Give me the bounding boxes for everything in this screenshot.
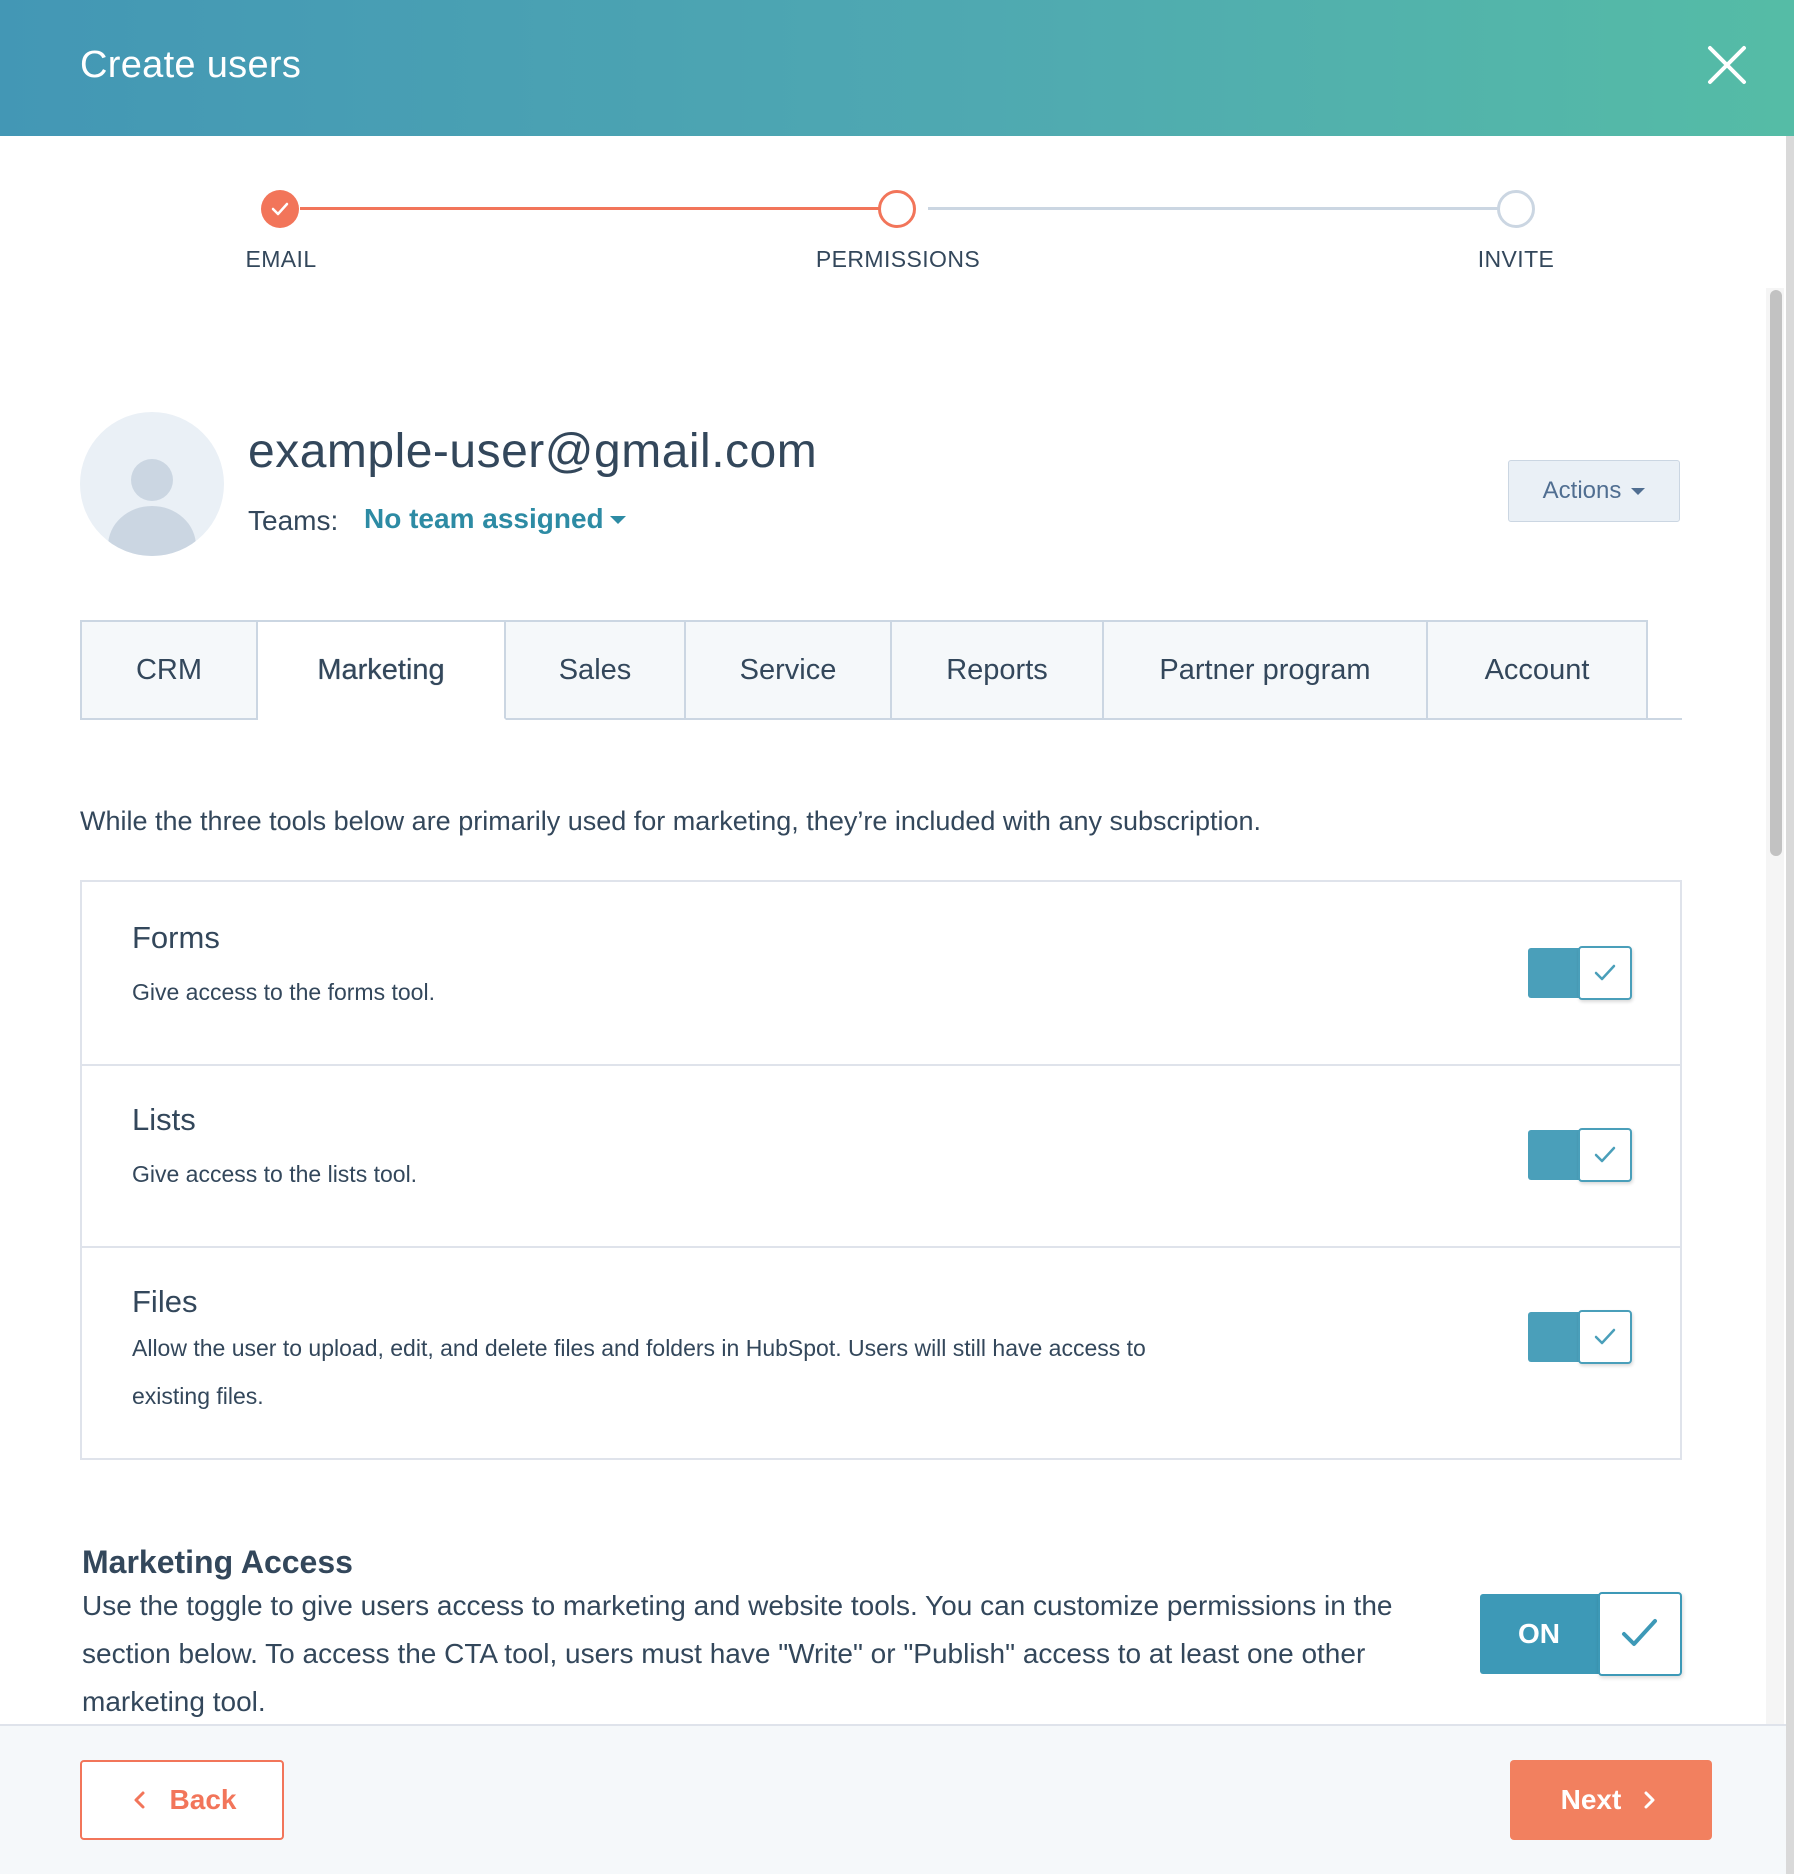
step-email-label: EMAIL	[245, 246, 317, 272]
tool-row-lists: Lists Give access to the lists tool.	[82, 1064, 1680, 1246]
toggle-knob	[1578, 1310, 1632, 1364]
tool-description: Allow the user to upload, edit, and dele…	[132, 1335, 1146, 1409]
toggle-on-label: ON	[1480, 1594, 1610, 1674]
caret-down-icon[interactable]	[610, 516, 626, 524]
marketing-access-toggle[interactable]: ON	[1480, 1592, 1682, 1676]
permission-tabs: CRM Marketing Sales Service Reports Part…	[80, 620, 1682, 720]
step-permissions-label: PERMISSIONS	[815, 246, 981, 272]
check-icon	[271, 202, 289, 216]
actions-label: Actions	[1542, 477, 1622, 504]
tool-title: Forms	[132, 920, 220, 955]
stepper-line-upcoming	[928, 207, 1516, 210]
close-button[interactable]	[1704, 42, 1750, 88]
tab-reports[interactable]: Reports	[892, 620, 1104, 720]
toggle-knob	[1578, 1128, 1632, 1182]
progress-stepper: EMAIL PERMISSIONS INVITE	[0, 136, 1794, 296]
step-invite-dot	[1497, 190, 1535, 228]
check-icon	[1594, 1146, 1616, 1163]
tab-sales[interactable]: Sales	[506, 620, 686, 720]
scrollbar-thumb[interactable]	[1770, 290, 1782, 856]
tool-row-files: Files Allow the user to upload, edit, an…	[82, 1246, 1680, 1458]
create-users-modal: Create users EMAIL PERMISSIONS INVITE ex…	[0, 0, 1794, 1874]
close-icon	[1708, 46, 1746, 84]
toggle-knob	[1578, 946, 1632, 1000]
tool-row-forms: Forms Give access to the forms tool.	[82, 882, 1680, 1064]
files-toggle[interactable]	[1528, 1310, 1634, 1364]
teams-dropdown[interactable]: No team assigned	[364, 503, 604, 535]
modal-edge	[1786, 136, 1794, 1874]
user-email: example-user@gmail.com	[248, 425, 818, 478]
marketing-access-description: Use the toggle to give users access to m…	[82, 1590, 1393, 1717]
back-label: Back	[169, 1784, 237, 1815]
modal-footer: Back Next	[0, 1724, 1786, 1874]
user-avatar-icon	[108, 459, 196, 556]
stepper-line-complete	[300, 207, 890, 210]
tool-description: Give access to the lists tool.	[132, 1161, 418, 1187]
chevron-left-icon	[134, 1791, 145, 1809]
tab-service[interactable]: Service	[686, 620, 892, 720]
marketing-access-title: Marketing Access	[82, 1544, 353, 1580]
check-icon	[1594, 964, 1616, 981]
caret-down-icon	[1631, 487, 1646, 495]
avatar	[80, 412, 224, 556]
check-icon	[1594, 1328, 1616, 1345]
back-button[interactable]: Back	[80, 1760, 284, 1840]
next-label: Next	[1560, 1784, 1622, 1815]
modal-title: Create users	[80, 44, 302, 86]
step-permissions-dot	[878, 190, 916, 228]
tab-account[interactable]: Account	[1428, 620, 1648, 720]
forms-toggle[interactable]	[1528, 946, 1634, 1000]
tab-partner-program[interactable]: Partner program	[1104, 620, 1428, 720]
lists-toggle[interactable]	[1528, 1128, 1634, 1182]
marketing-tools-list: Forms Give access to the forms tool. Lis…	[80, 880, 1682, 1460]
actions-button[interactable]: Actions	[1508, 460, 1680, 522]
check-icon	[1622, 1619, 1657, 1646]
tool-title: Lists	[132, 1102, 196, 1137]
tool-description: Give access to the forms tool.	[132, 979, 435, 1005]
tab-marketing[interactable]: Marketing	[258, 620, 506, 720]
next-button[interactable]: Next	[1510, 1760, 1712, 1840]
chevron-right-icon	[1644, 1791, 1655, 1809]
tool-title: Files	[132, 1284, 198, 1319]
marketing-intro-text: While the three tools below are primaril…	[80, 806, 1262, 836]
toggle-knob	[1598, 1592, 1682, 1676]
step-email-dot	[261, 190, 299, 228]
tab-crm[interactable]: CRM	[80, 620, 258, 720]
step-invite-label: INVITE	[1477, 246, 1555, 272]
modal-header: Create users	[0, 0, 1794, 136]
teams-label: Teams:	[248, 505, 339, 536]
